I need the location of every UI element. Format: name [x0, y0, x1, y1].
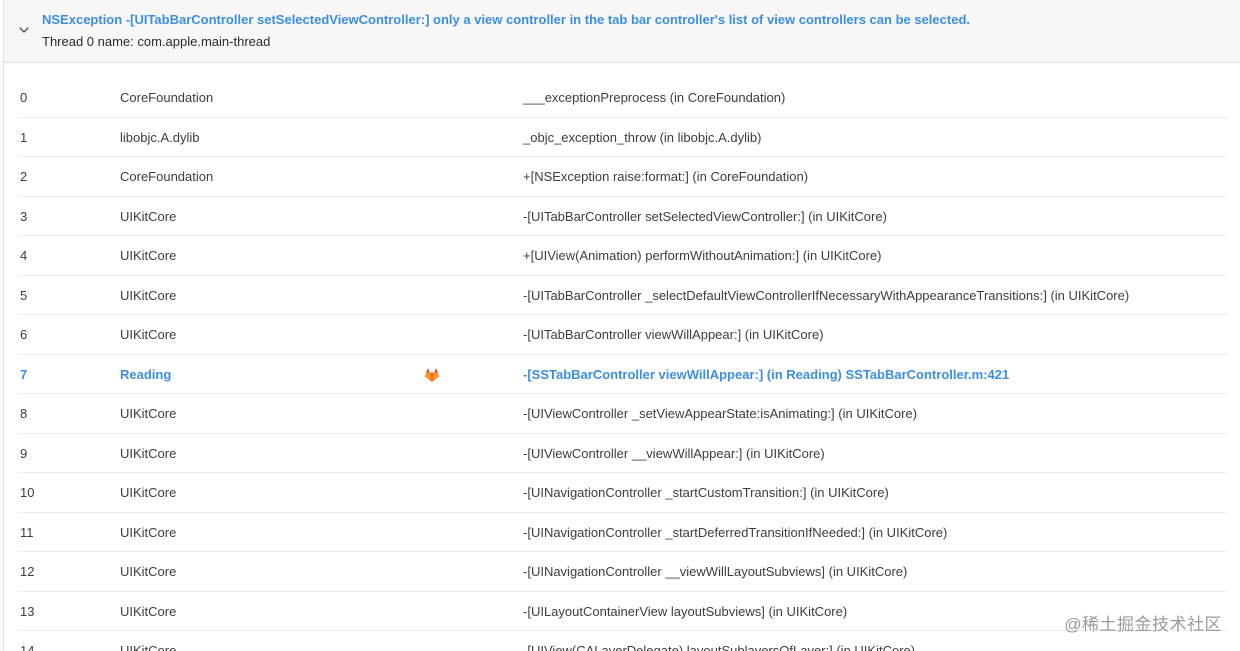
frame-symbol: _objc_exception_throw (in libobjc.A.dyli… [523, 129, 762, 145]
frame-index: 5 [20, 287, 28, 303]
stack-trace-panel: NSException -[UITabBarController setSele… [3, 0, 1240, 651]
frame-symbol: -[UILayoutContainerView layoutSubviews] … [523, 603, 848, 619]
frame-symbol: -[UIViewController _setViewAppearState:i… [523, 406, 918, 421]
frame-symbol: ___exceptionPreprocess (in CoreFoundatio… [523, 90, 786, 105]
stack-frame-row[interactable]: 6 UIKitCore -[UITabBarController viewWillA… [4, 315, 1240, 355]
frame-library: UIKitCore [120, 445, 177, 461]
stack-frame-row[interactable]: 14 UIKitCore -[UIView(CALayerDelegate) lay… [4, 631, 1240, 651]
frame-library: UIKitCore [120, 603, 177, 619]
frame-index: 12 [20, 564, 35, 579]
frame-index: 9 [20, 445, 28, 461]
frame-index: 10 [20, 485, 35, 500]
stack-frame-row[interactable]: 0 CoreFoundation ___exceptionPreprocess (i… [4, 78, 1240, 118]
stack-frame-row[interactable]: 9 UIKitCore -[UIViewController __viewWillA… [4, 434, 1240, 474]
stack-frame-row[interactable]: 5 UIKitCore -[UITabBarController _selectDe… [4, 276, 1240, 316]
stack-frame-row[interactable]: 4 UIKitCore +[UIView(Animation) performWit… [4, 236, 1240, 276]
thread-name: Thread 0 name: com.apple.main-thread [42, 34, 271, 49]
stack-frame-row[interactable]: 7 Reading -[SSTabBarController viewWillApp… [4, 355, 1240, 395]
frame-library: CoreFoundation [120, 90, 214, 105]
frame-index: 4 [20, 248, 28, 263]
stack-frame-row[interactable]: 12 UIKitCore -[UINavigationController __vi… [4, 552, 1240, 592]
frame-library: UIKitCore [120, 643, 177, 651]
frame-index: 0 [20, 90, 28, 105]
stack-frame-row[interactable]: 3 UIKitCore -[UITabBarController setSelect… [4, 197, 1240, 237]
frame-index: 14 [20, 643, 35, 651]
frame-symbol: -[UITabBarController _selectDefaultViewC… [523, 287, 1130, 303]
frame-index: 8 [20, 406, 28, 421]
frame-index: 11 [20, 524, 34, 540]
frame-symbol: -[UINavigationController _startDeferredT… [523, 524, 948, 540]
frame-index: 1 [20, 129, 28, 145]
frame-index: 13 [20, 603, 35, 619]
gitlab-icon[interactable] [423, 366, 441, 384]
stack-frame-row[interactable]: 8 UIKitCore -[UIViewController _setViewApp… [4, 394, 1240, 434]
frame-library: UIKitCore [120, 208, 177, 224]
frame-library: UIKitCore [120, 327, 177, 342]
frame-symbol: +[NSException raise:format:] (in CoreFou… [523, 169, 809, 184]
stack-frame-list: 0 CoreFoundation ___exceptionPreprocess (i… [4, 78, 1240, 651]
frame-index: 7 [20, 366, 28, 382]
frame-symbol: -[UINavigationController _startCustomTra… [523, 485, 889, 500]
frame-library: libobjc.A.dylib [120, 129, 200, 145]
exception-title: NSException -[UITabBarController setSele… [42, 12, 970, 27]
stack-frame-row[interactable]: 11 UIKitCore -[UINavigationController _sta… [4, 513, 1240, 553]
frame-symbol: -[UINavigationController __viewWillLayou… [523, 564, 908, 579]
frame-library: UIKitCore [120, 287, 177, 303]
frame-symbol: -[UIViewController __viewWillAppear:] (i… [523, 445, 825, 461]
frame-library: UIKitCore [120, 406, 177, 421]
chevron-down-icon[interactable] [16, 22, 32, 38]
frame-library: UIKitCore [120, 564, 177, 579]
stack-frame-row[interactable]: 1 libobjc.A.dylib _objc_exception_throw (i… [4, 118, 1240, 158]
frame-index: 2 [20, 169, 28, 184]
frame-library: CoreFoundation [120, 169, 214, 184]
frame-symbol[interactable]: -[SSTabBarController viewWillAppear:] (i… [523, 367, 1009, 382]
frame-symbol: -[UIView(CALayerDelegate) layoutSublayer… [523, 643, 916, 651]
stack-frame-row[interactable]: 13 UIKitCore -[UILayoutContainerView layou… [4, 592, 1240, 632]
stack-frame-row[interactable]: 10 UIKitCore -[UINavigationController _sta… [4, 473, 1240, 513]
frame-index: 6 [20, 327, 28, 342]
frame-symbol: -[UITabBarController viewWillAppear:] (i… [523, 327, 824, 342]
frame-library: UIKitCore [120, 248, 177, 263]
frame-symbol: -[UITabBarController setSelectedViewCont… [523, 208, 887, 224]
frame-library: UIKitCore [120, 485, 177, 500]
frame-library: UIKitCore [120, 524, 177, 540]
frame-symbol: +[UIView(Animation) performWithoutAnimat… [523, 248, 882, 263]
frame-library: Reading [120, 366, 172, 382]
watermark: @稀土掘金技术社区 [1064, 615, 1222, 634]
frame-index: 3 [20, 208, 28, 224]
stack-frame-row[interactable]: 2 CoreFoundation +[NSException raise:forma… [4, 157, 1240, 197]
exception-header[interactable]: NSException -[UITabBarController setSele… [4, 0, 1240, 63]
